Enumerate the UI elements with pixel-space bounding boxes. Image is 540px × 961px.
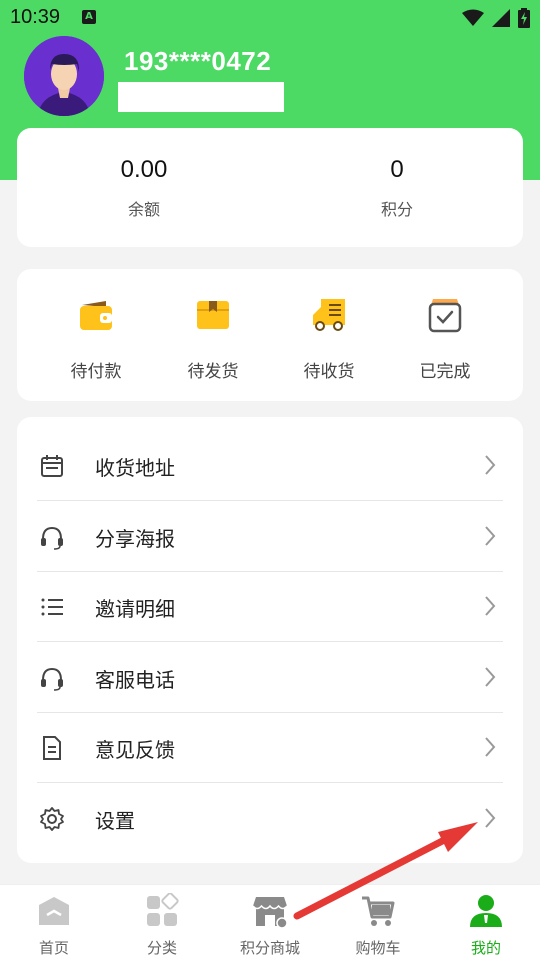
home-icon	[39, 897, 69, 925]
menu-item-label: 意见反馈	[95, 738, 175, 762]
tab-label: 购物车	[355, 939, 401, 957]
settings-menu: 收货地址 分享海报 邀请明细 客服电话 意见反馈 设置	[17, 417, 523, 863]
menu-item-label: 邀请明细	[95, 597, 175, 621]
truck-icon	[313, 299, 345, 331]
phone-number: 193****0472	[124, 46, 272, 76]
balance-card: 0.00 余额 0 积分	[17, 128, 523, 247]
bottom-tab-bar: 首页 分类 积分商城 购物车 我的	[0, 884, 540, 961]
list-icon	[41, 598, 63, 616]
balance-stat[interactable]: 0.00 余额	[44, 156, 244, 220]
menu-item-label: 收货地址	[95, 456, 175, 480]
points-label: 积分	[380, 200, 413, 219]
menu-item-label: 设置	[95, 809, 135, 833]
order-label: 待付款	[70, 362, 122, 382]
chevron-right-icon	[485, 526, 496, 546]
order-status-card: 待付款 待发货 待收货 已完成	[17, 269, 523, 401]
tab-label: 分类	[146, 939, 177, 957]
tab-label: 首页	[38, 939, 69, 957]
menu-item-invitation-details[interactable]: 邀请明细	[37, 571, 503, 642]
system-icons	[462, 8, 530, 28]
headset-icon	[41, 667, 63, 691]
chevron-right-icon	[485, 737, 496, 757]
order-pending-shipment[interactable]: 待发货	[163, 295, 263, 382]
menu-item-share-poster[interactable]: 分享海报	[37, 501, 503, 572]
balance-label: 余额	[127, 200, 160, 219]
tab-mine[interactable]: 我的	[446, 893, 526, 958]
order-label: 待收货	[303, 362, 355, 382]
order-pending-payment[interactable]: 待付款	[46, 295, 146, 382]
notification-icon: A	[82, 10, 96, 24]
order-label: 已完成	[419, 362, 471, 382]
chevron-right-icon	[485, 667, 496, 687]
completed-icon	[428, 299, 462, 333]
category-icon	[147, 892, 179, 926]
headset-icon	[41, 526, 63, 550]
user-icon	[470, 895, 502, 927]
order-label: 待发货	[187, 362, 239, 382]
tab-label: 积分商城	[239, 939, 300, 957]
signal-icon	[492, 9, 510, 27]
box-icon	[197, 301, 229, 329]
order-pending-receipt[interactable]: 待收货	[279, 295, 379, 382]
menu-item-customer-service[interactable]: 客服电话	[37, 642, 503, 713]
avatar[interactable]	[24, 36, 104, 116]
menu-item-settings[interactable]: 设置	[37, 783, 503, 853]
menu-item-feedback[interactable]: 意见反馈	[37, 712, 503, 783]
status-bar: 10:39 A	[0, 0, 540, 36]
tab-points-mall[interactable]: 积分商城	[230, 893, 310, 958]
chevron-right-icon	[485, 455, 496, 475]
tab-label: 我的	[470, 939, 501, 957]
wifi-icon	[462, 9, 484, 26]
store-icon	[252, 897, 288, 929]
status-time: 10:39	[10, 6, 61, 28]
tab-cart[interactable]: 购物车	[338, 893, 418, 958]
points-value: 0	[390, 156, 404, 183]
menu-item-label: 分享海报	[95, 527, 175, 551]
document-icon	[43, 736, 61, 760]
nickname-field	[118, 82, 284, 112]
avatar-person-icon	[24, 36, 104, 116]
order-completed[interactable]: 已完成	[395, 295, 495, 382]
points-stat[interactable]: 0 积分	[297, 156, 497, 220]
chevron-right-icon	[485, 596, 496, 616]
tab-category[interactable]: 分类	[122, 892, 202, 958]
balance-value: 0.00	[120, 156, 168, 183]
calendar-icon	[41, 455, 63, 477]
chevron-right-icon	[485, 808, 496, 828]
tab-home[interactable]: 首页	[14, 893, 94, 958]
battery-icon	[518, 8, 530, 28]
wallet-icon	[80, 301, 112, 330]
menu-item-address[interactable]: 收货地址	[37, 430, 503, 501]
cart-icon	[362, 896, 395, 926]
gear-icon	[40, 807, 64, 831]
menu-item-label: 客服电话	[95, 668, 175, 692]
